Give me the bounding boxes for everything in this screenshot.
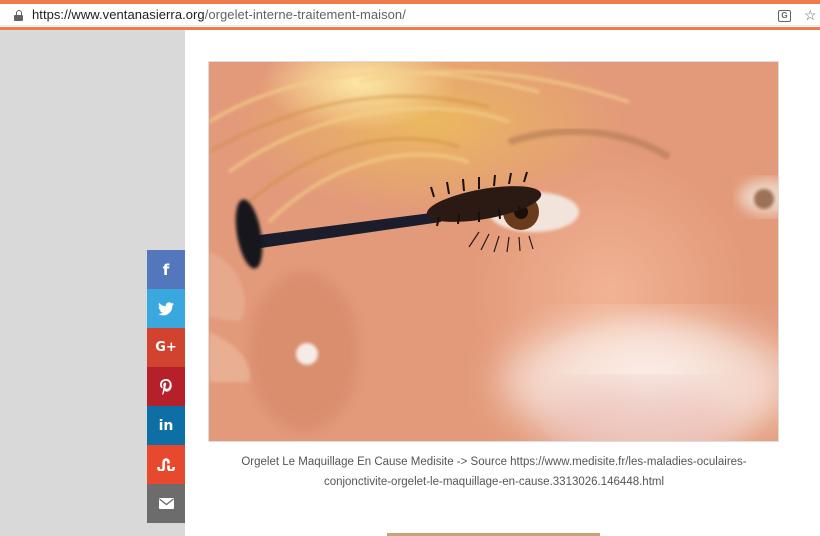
article-image [208, 61, 779, 442]
linkedin-icon: in [158, 417, 174, 434]
address-bar[interactable]: https://www.ventanasierra.org/orgelet-in… [0, 4, 820, 26]
email-share-button[interactable] [147, 484, 185, 523]
pinterest-share-button[interactable] [147, 367, 185, 406]
translate-icon[interactable]: G [778, 10, 791, 22]
twitter-icon [158, 301, 174, 315]
url-text[interactable]: https://www.ventanasierra.org/orgelet-in… [32, 7, 406, 22]
image-caption: Orgelet Le Maquillage En Cause Medisite … [241, 456, 747, 488]
google-plus-icon: G+ [155, 340, 177, 355]
twitter-share-button[interactable] [147, 289, 185, 328]
envelope-icon [158, 498, 174, 509]
stumbleupon-share-button[interactable] [147, 445, 185, 484]
pinterest-icon [160, 378, 172, 395]
stumbleupon-icon [157, 458, 175, 471]
facebook-icon: f [162, 260, 170, 279]
url-domain: https://www.ventanasierra.org [32, 7, 205, 22]
lock-icon [14, 10, 23, 21]
facebook-share-button[interactable]: f [147, 250, 185, 289]
mascara-photo-illustration [209, 70, 778, 441]
url-path: /orgelet-interne-traitement-maison/ [204, 7, 406, 22]
bookmark-star-icon[interactable]: ☆ [804, 7, 817, 24]
google-plus-share-button[interactable]: G+ [147, 328, 185, 367]
social-share-bar: f G+ in [147, 250, 185, 523]
linkedin-share-button[interactable]: in [147, 406, 185, 445]
